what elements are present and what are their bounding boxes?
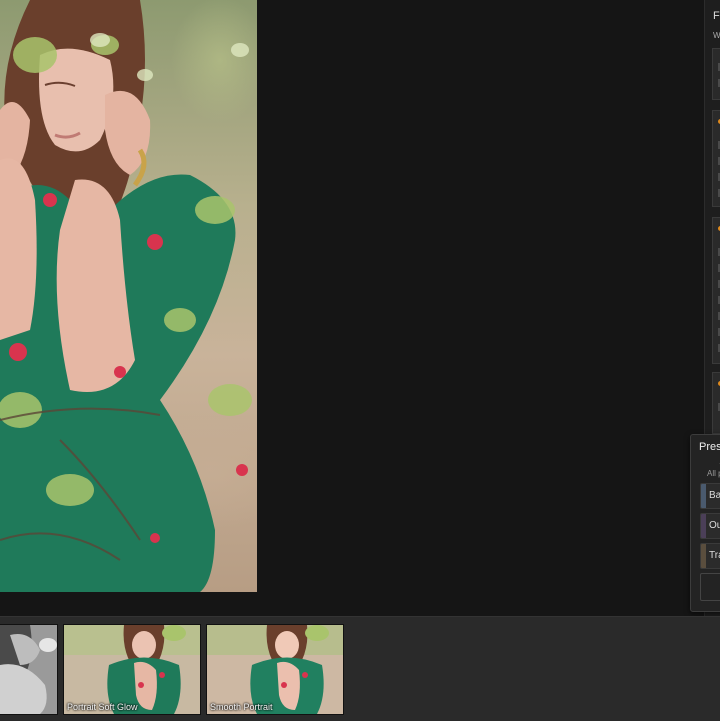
presets-title: Pres <box>699 441 720 453</box>
adjustment-section <box>712 217 720 364</box>
presets-footer-button[interactable] <box>700 573 720 601</box>
preset-item[interactable]: Ou <box>700 513 720 539</box>
thumbnail-label: Portrait Soft Glow <box>67 702 138 712</box>
thumbnail-image <box>64 625 200 714</box>
presets-filter-dropdown[interactable]: All p <box>707 469 720 478</box>
adjustment-section <box>712 110 720 207</box>
panel-subtitle: W <box>713 31 720 40</box>
preset-item-label: Ba <box>709 490 720 501</box>
filmstrip: Portrait Soft Glow Smooth Portrait <box>0 616 720 721</box>
photo-illustration <box>0 0 252 592</box>
preset-thumbnail <box>701 544 706 568</box>
preset-thumbnail <box>701 514 706 538</box>
adjustment-group <box>712 48 720 100</box>
thumbnail-image <box>207 625 343 714</box>
panel-title: Fi <box>713 10 720 22</box>
thumbnail-label: Smooth Portrait <box>210 702 273 712</box>
filmstrip-thumbnail[interactable] <box>0 624 58 715</box>
filmstrip-thumbnail[interactable]: Portrait Soft Glow <box>63 624 201 715</box>
adjustment-section <box>712 372 720 434</box>
presets-popover: Pres ⌄ All p Ba Ou Tra <box>690 434 720 612</box>
preset-item[interactable]: Tra <box>700 543 720 569</box>
thumbnail-image <box>0 625 57 714</box>
preset-item[interactable]: Ba <box>700 483 720 509</box>
filmstrip-thumbnail[interactable]: Smooth Portrait <box>206 624 344 715</box>
image-canvas[interactable] <box>0 0 704 616</box>
main-photo[interactable] <box>0 0 257 592</box>
preset-thumbnail <box>701 484 706 508</box>
preset-item-label: Tra <box>709 550 720 561</box>
preset-item-label: Ou <box>709 520 720 531</box>
